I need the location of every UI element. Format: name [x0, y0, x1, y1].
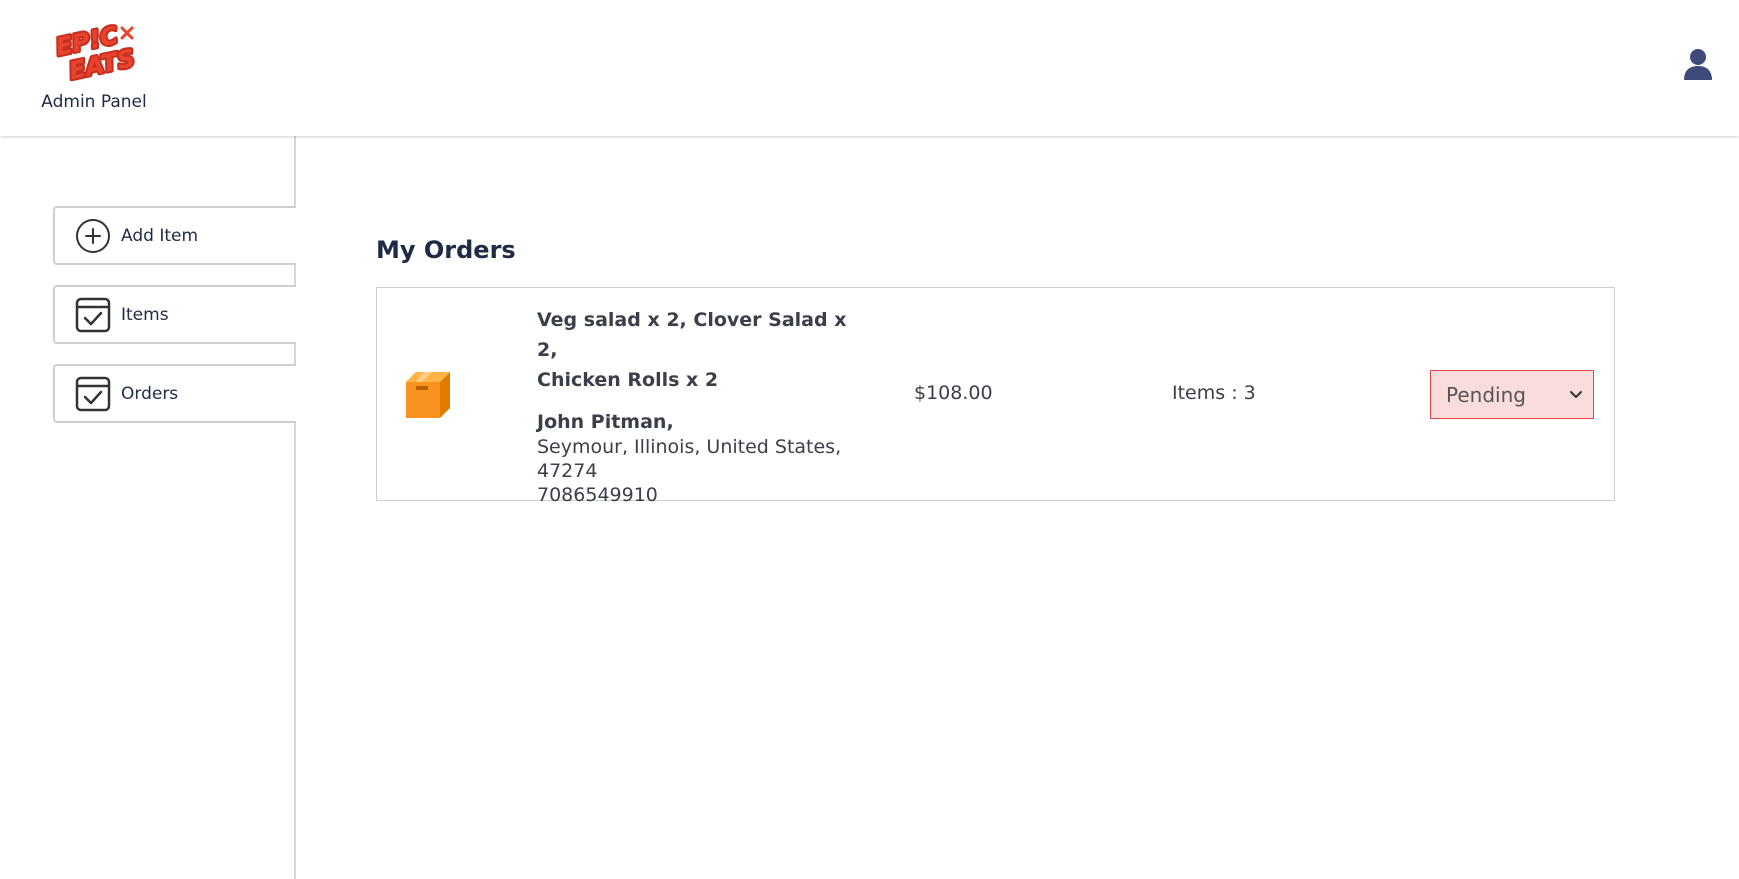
checklist-icon	[75, 376, 111, 412]
user-profile-icon[interactable]	[1683, 48, 1713, 82]
order-details: Veg salad x 2, Clover Salad x 2, Chicken…	[537, 305, 867, 507]
sidebar-item-label: Items	[121, 304, 169, 325]
brand-area: EP!C EP!C EATS EATS Admin Panel	[30, 20, 158, 112]
checklist-icon	[75, 297, 111, 333]
order-card: Veg salad x 2, Clover Salad x 2, Chicken…	[376, 287, 1615, 506]
parcel-box-icon	[404, 370, 452, 420]
admin-panel-label: Admin Panel	[41, 92, 147, 112]
customer-address: Seymour, Illinois, United States,	[537, 436, 842, 458]
sidebar-item-add-item[interactable]: Add Item	[53, 206, 296, 265]
order-status-select[interactable]: Pending	[1430, 370, 1594, 419]
sidebar-item-items[interactable]: Items	[53, 285, 296, 344]
sidebar: Add Item Items Orders	[0, 136, 296, 879]
customer-zip: 47274	[537, 460, 598, 482]
order-items-line: Veg salad x 2, Clover Salad x 2,	[537, 309, 847, 361]
customer-name: John Pitman,	[537, 411, 674, 433]
logo-graphic: EP!C EP!C EATS EATS	[52, 20, 136, 84]
add-circle-icon	[75, 218, 111, 254]
status-value: Pending	[1446, 382, 1526, 407]
sidebar-item-label: Orders	[121, 383, 179, 404]
order-item-count: Items : 3	[1172, 382, 1256, 404]
order-amount: $108.00	[914, 382, 993, 404]
order-items-line: Chicken Rolls x 2	[537, 369, 719, 391]
customer-phone: 7086549910	[537, 484, 658, 506]
sidebar-item-orders[interactable]: Orders	[53, 364, 296, 423]
top-navbar: EP!C EP!C EATS EATS Admin Panel	[0, 0, 1739, 136]
page-title: My Orders	[376, 236, 516, 264]
epic-eats-logo[interactable]: EP!C EP!C EATS EATS	[52, 20, 136, 84]
chevron-down-icon	[1569, 390, 1583, 400]
sidebar-item-label: Add Item	[121, 225, 199, 246]
